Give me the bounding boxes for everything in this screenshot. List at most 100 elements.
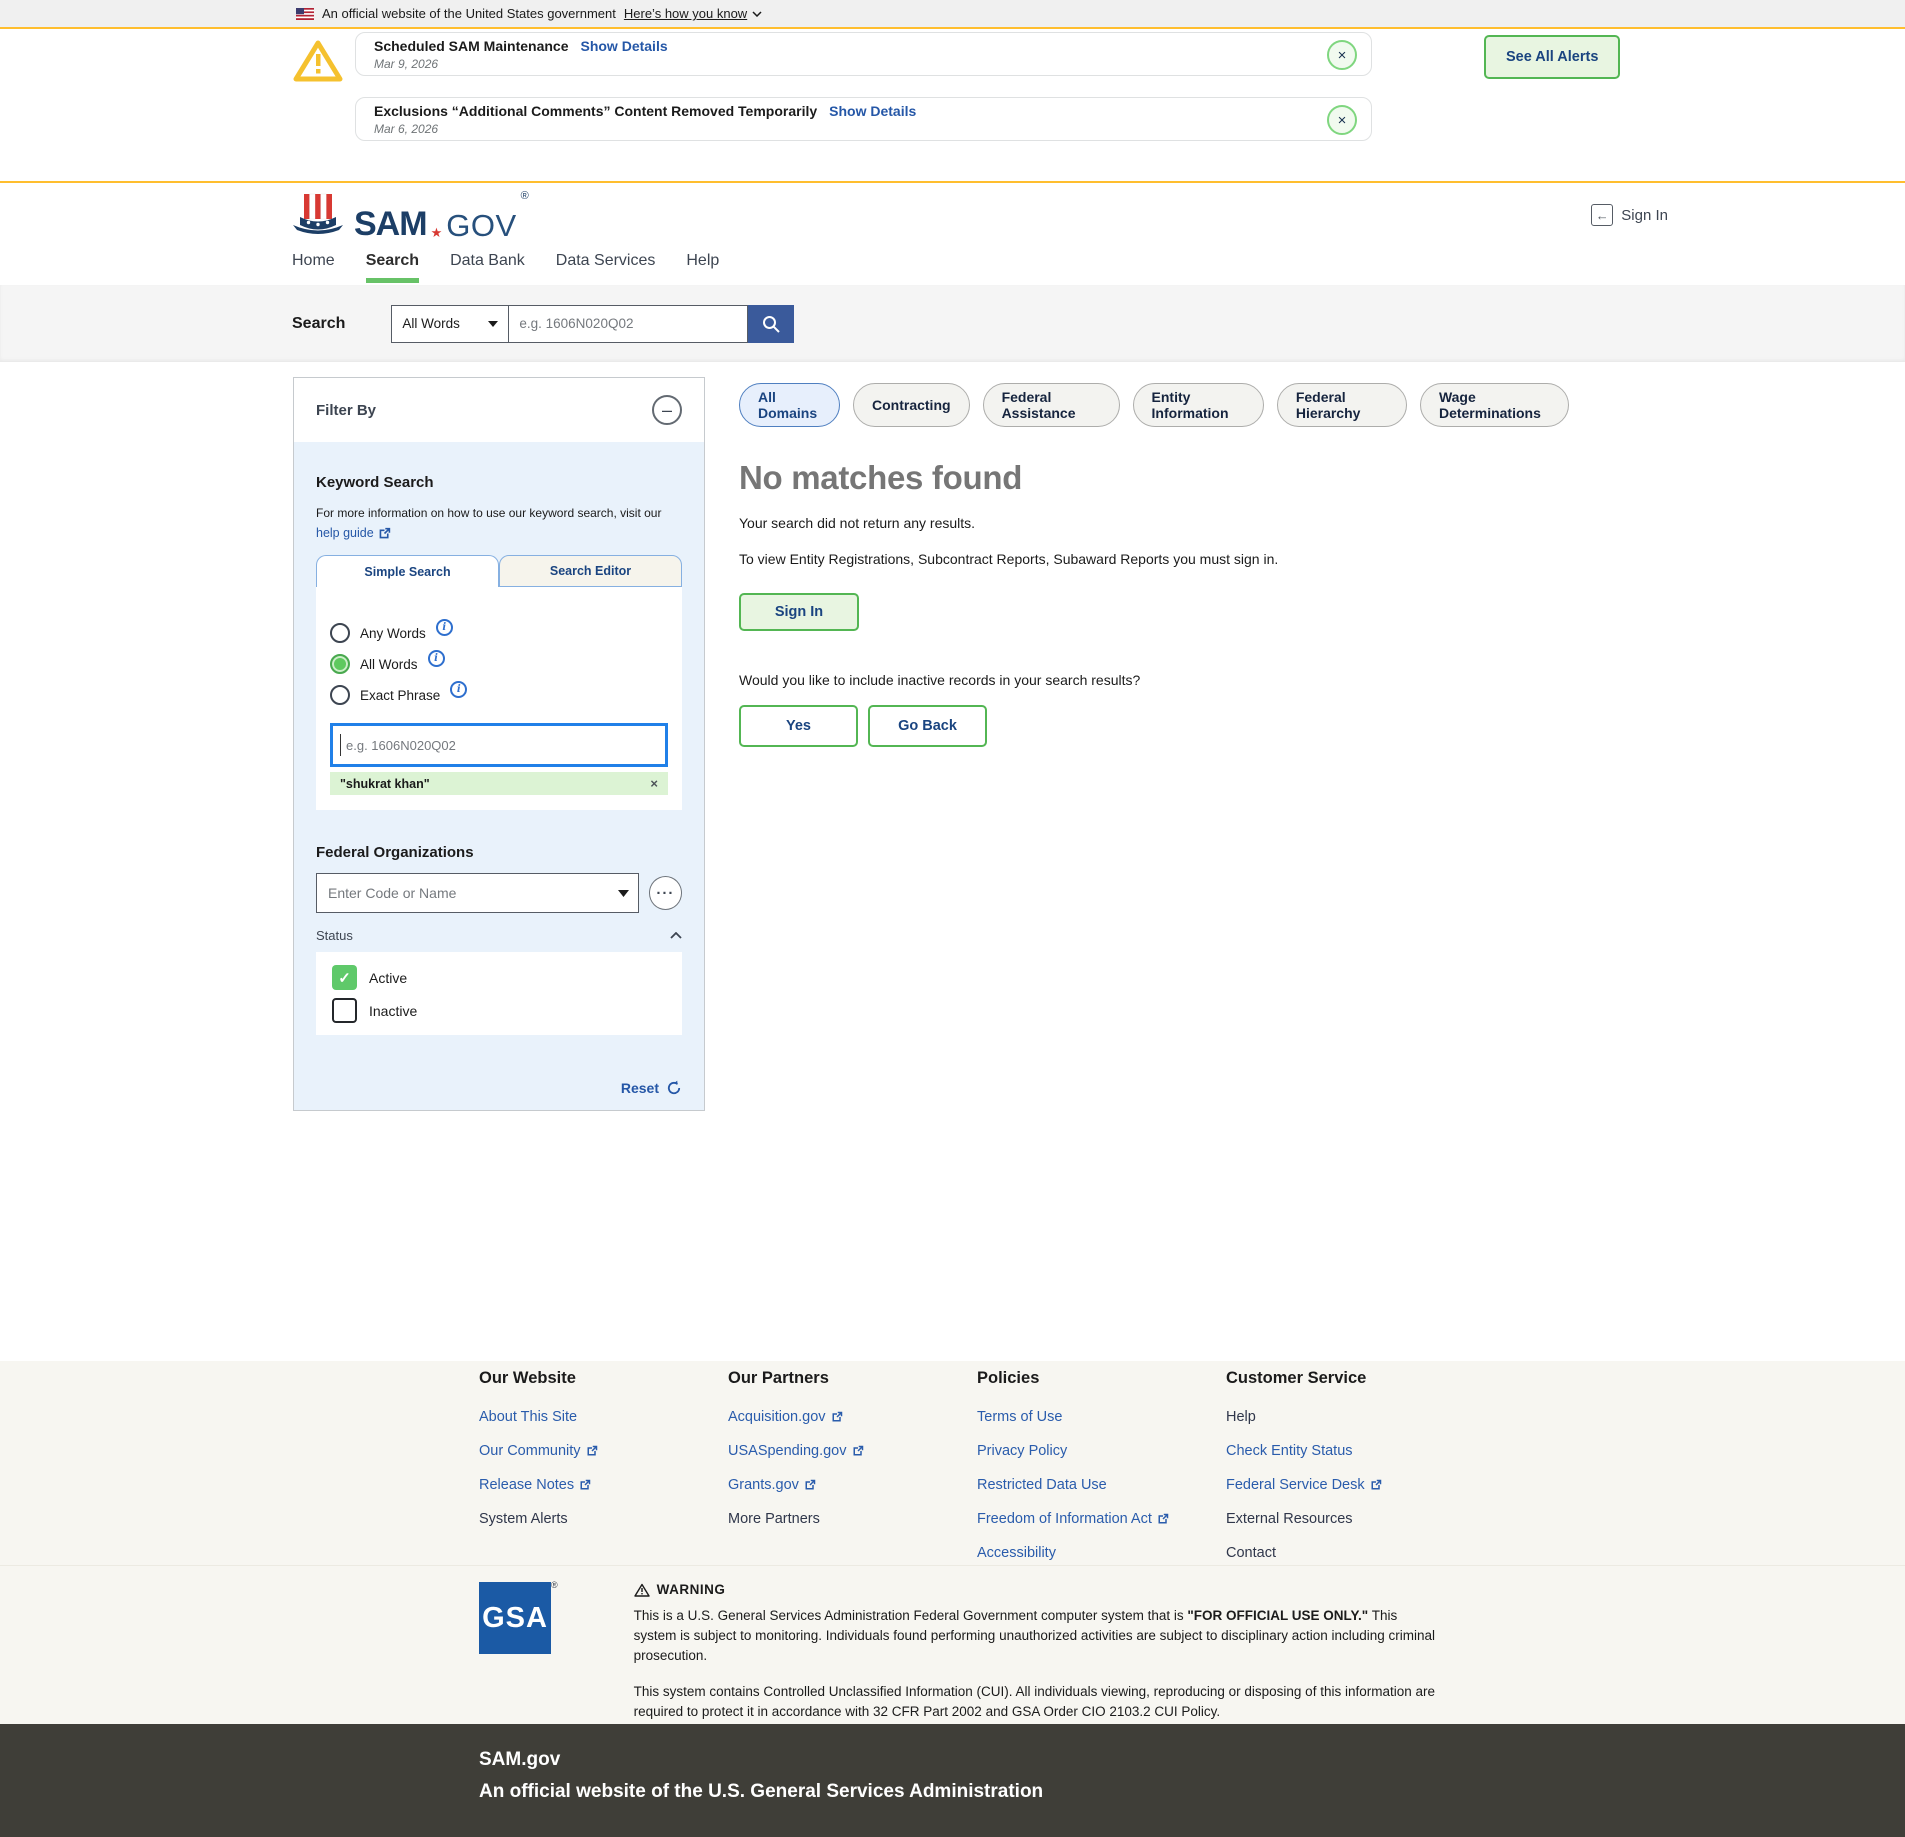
registered-mark: ®	[521, 190, 529, 202]
info-icon[interactable]: i	[428, 650, 445, 667]
footer-link-grants-gov[interactable]: Grants.gov	[728, 1468, 977, 1502]
external-link-icon	[831, 1411, 843, 1423]
footer-link-about-this-site[interactable]: About This Site	[479, 1400, 728, 1434]
footer-link-external-resources[interactable]: External Resources	[1226, 1502, 1475, 1536]
radio-exact-phrase[interactable]	[330, 685, 350, 705]
show-details-link[interactable]: Show Details	[580, 38, 667, 54]
nav-item-home[interactable]: Home	[292, 250, 335, 283]
footer-links: Our Website About This Site Our Communit…	[0, 1361, 1905, 1565]
footer-link-usaspending-gov[interactable]: USASpending.gov	[728, 1434, 977, 1468]
yes-button[interactable]: Yes	[739, 705, 858, 747]
site-footer: SAM.gov An official website of the U.S. …	[0, 1724, 1905, 1837]
tab-simple-search[interactable]: Simple Search	[316, 555, 499, 587]
filter-sidebar: Filter By – Keyword Search For more info…	[293, 377, 705, 1361]
reset-filters-link[interactable]: Reset	[621, 1080, 682, 1096]
reset-icon	[666, 1080, 682, 1096]
status-section-toggle[interactable]: Status	[316, 928, 682, 943]
help-guide-link[interactable]: help guide	[316, 526, 391, 540]
footer-link-release-notes[interactable]: Release Notes	[479, 1468, 728, 1502]
domain-pill-entity-information[interactable]: Entity Information	[1133, 383, 1264, 427]
footer-col-policies: Policies Terms of Use Privacy Policy Res…	[977, 1369, 1226, 1565]
sign-in-button[interactable]: Sign In	[739, 593, 859, 631]
main-nav: Home Search Data Bank Data Services Help	[0, 250, 1905, 285]
domain-pill-federal-hierarchy[interactable]: Federal Hierarchy	[1277, 383, 1407, 427]
no-matches-title: No matches found	[739, 459, 1569, 497]
footer-heading: Customer Service	[1226, 1369, 1475, 1391]
text-caret	[340, 734, 341, 756]
footer-link-terms-of-use[interactable]: Terms of Use	[977, 1400, 1226, 1434]
nav-item-search[interactable]: Search	[366, 250, 419, 283]
go-back-button[interactable]: Go Back	[868, 705, 987, 747]
info-icon[interactable]: i	[450, 681, 467, 698]
gov-banner: An official website of the United States…	[0, 0, 1905, 29]
footer-col-our-website: Our Website About This Site Our Communit…	[479, 1369, 728, 1565]
info-icon[interactable]: i	[436, 619, 453, 636]
status-heading: Status	[316, 928, 353, 943]
search-mode-select[interactable]: All Words	[391, 305, 509, 343]
close-icon[interactable]: ×	[1327, 40, 1357, 70]
collapse-minus-icon[interactable]: –	[652, 395, 682, 425]
sign-in-note: To view Entity Registrations, Subcontrac…	[739, 550, 1314, 569]
search-button[interactable]	[748, 305, 794, 343]
footer-col-our-partners: Our Partners Acquisition.gov USASpending…	[728, 1369, 977, 1565]
nav-item-data-bank[interactable]: Data Bank	[450, 250, 525, 283]
main-content: Filter By – Keyword Search For more info…	[0, 362, 1905, 1361]
header-sign-in-link[interactable]: ← Sign In	[1591, 204, 1668, 226]
keyword-chip: "shukrat khan" ×	[330, 772, 668, 795]
domain-pill-wage-determinations[interactable]: Wage Determinations	[1420, 383, 1569, 427]
samgov-logo[interactable]: SAM ★ GOV ®	[292, 192, 529, 241]
footer-link-help[interactable]: Help	[1226, 1400, 1475, 1434]
how-you-know-link[interactable]: Here’s how you know	[624, 6, 762, 21]
footer-link-acquisition-gov[interactable]: Acquisition.gov	[728, 1400, 977, 1434]
footer-link-federal-service-desk[interactable]: Federal Service Desk	[1226, 1468, 1475, 1502]
more-options-icon[interactable]: ···	[649, 876, 682, 910]
footer-col-customer-service: Customer Service Help Check Entity Statu…	[1226, 1369, 1475, 1565]
chip-remove-icon[interactable]: ×	[650, 777, 658, 790]
footer-link-our-community[interactable]: Our Community	[479, 1434, 728, 1468]
nav-item-help[interactable]: Help	[686, 250, 719, 283]
keyword-input[interactable]	[330, 723, 668, 767]
domain-pill-contracting[interactable]: Contracting	[853, 383, 970, 427]
alert-date: Mar 9, 2026	[374, 57, 1319, 71]
close-icon[interactable]: ×	[1327, 105, 1357, 135]
footer-link-restricted-data-use[interactable]: Restricted Data Use	[977, 1468, 1226, 1502]
us-flag-icon	[296, 8, 314, 20]
keyword-tabs: Simple Search Search Editor	[316, 555, 682, 587]
external-link-icon	[852, 1445, 864, 1457]
radio-label-all-words: All Words	[360, 657, 418, 672]
external-link-icon	[804, 1479, 816, 1491]
checkbox-inactive[interactable]	[332, 998, 357, 1023]
show-details-link[interactable]: Show Details	[829, 103, 916, 119]
see-all-alerts-button[interactable]: See All Alerts	[1484, 35, 1620, 79]
sign-in-arrow-icon: ←	[1591, 204, 1613, 226]
radio-label-exact-phrase: Exact Phrase	[360, 688, 440, 703]
results-area: All Domains Contracting Federal Assistan…	[739, 377, 1569, 1361]
alert-item: Exclusions “Additional Comments” Content…	[355, 97, 1372, 141]
footer-link-accessibility[interactable]: Accessibility	[977, 1536, 1226, 1570]
radio-all-words[interactable]	[330, 654, 350, 674]
warning-paragraph-1: This is a U.S. General Services Administ…	[634, 1606, 1444, 1666]
keyword-chip-label: "shukrat khan"	[340, 777, 430, 791]
search-strip: Search All Words	[0, 285, 1905, 362]
nav-item-data-services[interactable]: Data Services	[556, 250, 656, 283]
tab-search-editor[interactable]: Search Editor	[499, 555, 682, 587]
domain-pill-all-domains[interactable]: All Domains	[739, 383, 840, 427]
footer-link-system-alerts[interactable]: System Alerts	[479, 1502, 728, 1536]
domain-pill-federal-assistance[interactable]: Federal Assistance	[983, 383, 1120, 427]
alert-date: Mar 6, 2026	[374, 122, 1319, 136]
federal-orgs-combobox	[316, 873, 639, 913]
global-search-input[interactable]	[509, 305, 748, 343]
footer-link-contact[interactable]: Contact	[1226, 1536, 1475, 1570]
checkbox-active[interactable]: ✓	[332, 965, 357, 990]
select-caret-icon	[488, 321, 498, 327]
radio-any-words[interactable]	[330, 623, 350, 643]
footer-link-check-entity-status[interactable]: Check Entity Status	[1226, 1434, 1475, 1468]
footer-link-foia[interactable]: Freedom of Information Act	[977, 1502, 1226, 1536]
uncle-sam-hat-icon	[292, 192, 344, 241]
chevron-down-icon	[752, 11, 762, 17]
warning-title: WARNING	[657, 1582, 726, 1597]
footer-link-privacy-policy[interactable]: Privacy Policy	[977, 1434, 1226, 1468]
checkbox-label-inactive: Inactive	[369, 1003, 417, 1019]
footer-link-more-partners[interactable]: More Partners	[728, 1502, 977, 1536]
federal-orgs-input[interactable]	[316, 873, 639, 913]
